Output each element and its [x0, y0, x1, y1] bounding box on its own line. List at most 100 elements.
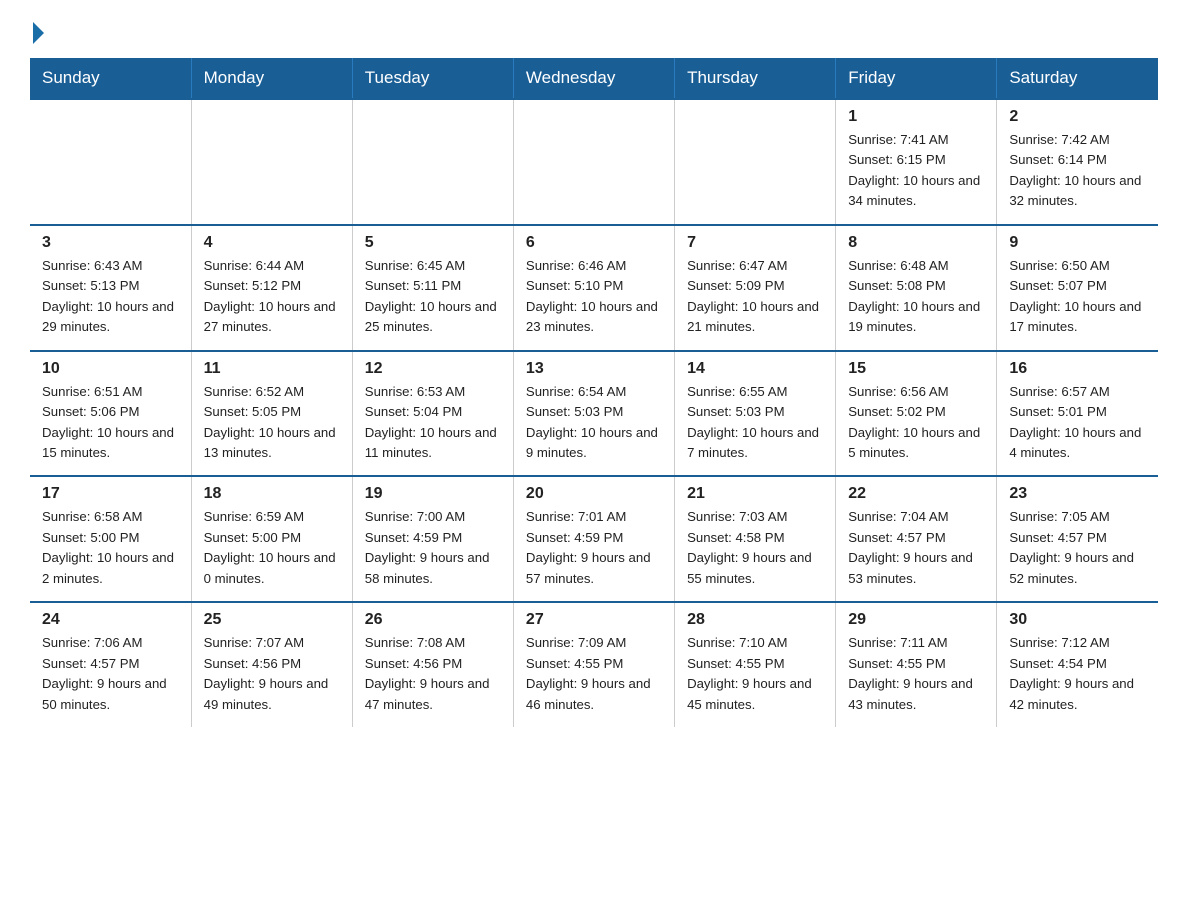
calendar-cell: 8Sunrise: 6:48 AM Sunset: 5:08 PM Daylig… [836, 225, 997, 351]
day-number: 3 [42, 234, 181, 252]
day-number: 9 [1009, 234, 1148, 252]
day-number: 7 [687, 234, 825, 252]
day-info: Sunrise: 6:54 AM Sunset: 5:03 PM Dayligh… [526, 382, 664, 464]
day-number: 18 [204, 485, 342, 503]
day-number: 4 [204, 234, 342, 252]
day-number: 27 [526, 611, 664, 629]
calendar-cell: 14 Sunrise: 6:55 AM Sunset: 5:03 PM Dayli… [675, 351, 836, 477]
calendar-cell: 15 Sunrise: 6:56 AM Sunset: 5:02 PM Dayli… [836, 351, 997, 477]
calendar-cell: 20Sunrise: 7:01 AM Sunset: 4:59 PM Dayli… [513, 476, 674, 602]
calendar-cell: 26Sunrise: 7:08 AM Sunset: 4:56 PM Dayli… [352, 602, 513, 727]
day-info: Sunrise: 7:01 AM Sunset: 4:59 PM Dayligh… [526, 507, 664, 589]
day-info: Sunrise: 6:47 AM Sunset: 5:09 PM Dayligh… [687, 256, 825, 338]
calendar-cell: 10Sunrise: 6:51 AM Sunset: 5:06 PM Dayli… [30, 351, 191, 477]
day-info: Sunrise: 7:04 AM Sunset: 4:57 PM Dayligh… [848, 507, 986, 589]
calendar-cell: 6 Sunrise: 6:46 AM Sunset: 5:10 PM Daylig… [513, 225, 674, 351]
calendar-cell [352, 99, 513, 225]
day-number: 28 [687, 611, 825, 629]
calendar-cell: 30 Sunrise: 7:12 AM Sunset: 4:54 PM Dayli… [997, 602, 1158, 727]
calendar-cell: 2 Sunrise: 7:42 AM Sunset: 6:14 PM Daylig… [997, 99, 1158, 225]
day-number: 25 [204, 611, 342, 629]
day-number: 24 [42, 611, 181, 629]
day-number: 1 [848, 108, 986, 126]
day-info: Sunrise: 6:46 AM Sunset: 5:10 PM Dayligh… [526, 256, 664, 338]
day-number: 12 [365, 360, 503, 378]
page-header [30, 24, 1158, 44]
day-info: Sunrise: 6:44 AM Sunset: 5:12 PM Dayligh… [204, 256, 342, 338]
day-info: Sunrise: 7:12 AM Sunset: 4:54 PM Dayligh… [1009, 633, 1148, 715]
day-info: Sunrise: 6:55 AM Sunset: 5:03 PM Dayligh… [687, 382, 825, 464]
day-info: Sunrise: 6:53 AM Sunset: 5:04 PM Dayligh… [365, 382, 503, 464]
logo-arrow-icon [33, 22, 44, 44]
day-info: Sunrise: 6:58 AM Sunset: 5:00 PM Dayligh… [42, 507, 181, 589]
day-number: 14 [687, 360, 825, 378]
day-info: Sunrise: 7:06 AM Sunset: 4:57 PM Dayligh… [42, 633, 181, 715]
calendar-cell [675, 99, 836, 225]
calendar-cell: 22 Sunrise: 7:04 AM Sunset: 4:57 PM Dayli… [836, 476, 997, 602]
calendar-cell [191, 99, 352, 225]
weekday-header-sunday: Sunday [30, 58, 191, 99]
calendar-cell: 25 Sunrise: 7:07 AM Sunset: 4:56 PM Dayli… [191, 602, 352, 727]
weekday-header-friday: Friday [836, 58, 997, 99]
day-number: 5 [365, 234, 503, 252]
day-info: Sunrise: 7:09 AM Sunset: 4:55 PM Dayligh… [526, 633, 664, 715]
calendar-cell: 18 Sunrise: 6:59 AM Sunset: 5:00 PM Dayli… [191, 476, 352, 602]
day-number: 19 [365, 485, 503, 503]
day-number: 6 [526, 234, 664, 252]
day-number: 13 [526, 360, 664, 378]
weekday-header-thursday: Thursday [675, 58, 836, 99]
calendar-cell [513, 99, 674, 225]
weekday-header-saturday: Saturday [997, 58, 1158, 99]
day-number: 16 [1009, 360, 1148, 378]
weekday-header-monday: Monday [191, 58, 352, 99]
calendar-cell: 16 Sunrise: 6:57 AM Sunset: 5:01 PM Dayli… [997, 351, 1158, 477]
calendar-header-row: SundayMondayTuesdayWednesdayThursdayFrid… [30, 58, 1158, 99]
calendar-cell: 5 Sunrise: 6:45 AM Sunset: 5:11 PM Daylig… [352, 225, 513, 351]
calendar-cell: 12 Sunrise: 6:53 AM Sunset: 5:04 PM Dayli… [352, 351, 513, 477]
day-info: Sunrise: 6:52 AM Sunset: 5:05 PM Dayligh… [204, 382, 342, 464]
day-info: Sunrise: 6:57 AM Sunset: 5:01 PM Dayligh… [1009, 382, 1148, 464]
day-info: Sunrise: 7:10 AM Sunset: 4:55 PM Dayligh… [687, 633, 825, 715]
calendar-week-row: 17 Sunrise: 6:58 AM Sunset: 5:00 PM Dayli… [30, 476, 1158, 602]
day-info: Sunrise: 7:07 AM Sunset: 4:56 PM Dayligh… [204, 633, 342, 715]
day-number: 8 [848, 234, 986, 252]
calendar-week-row: 24 Sunrise: 7:06 AM Sunset: 4:57 PM Dayli… [30, 602, 1158, 727]
calendar-week-row: 1 Sunrise: 7:41 AM Sunset: 6:15 PM Daylig… [30, 99, 1158, 225]
calendar-cell: 27 Sunrise: 7:09 AM Sunset: 4:55 PM Dayli… [513, 602, 674, 727]
calendar-week-row: 3 Sunrise: 6:43 AM Sunset: 5:13 PM Daylig… [30, 225, 1158, 351]
calendar-cell: 13 Sunrise: 6:54 AM Sunset: 5:03 PM Dayli… [513, 351, 674, 477]
calendar-cell [30, 99, 191, 225]
day-info: Sunrise: 6:51 AM Sunset: 5:06 PM Dayligh… [42, 382, 181, 464]
day-info: Sunrise: 6:56 AM Sunset: 5:02 PM Dayligh… [848, 382, 986, 464]
day-info: Sunrise: 6:45 AM Sunset: 5:11 PM Dayligh… [365, 256, 503, 338]
day-number: 22 [848, 485, 986, 503]
day-number: 11 [204, 360, 342, 378]
day-number: 21 [687, 485, 825, 503]
day-info: Sunrise: 7:42 AM Sunset: 6:14 PM Dayligh… [1009, 130, 1148, 212]
calendar-cell: 17 Sunrise: 6:58 AM Sunset: 5:00 PM Dayli… [30, 476, 191, 602]
day-number: 2 [1009, 108, 1148, 126]
calendar-cell: 28 Sunrise: 7:10 AM Sunset: 4:55 PM Dayli… [675, 602, 836, 727]
day-number: 29 [848, 611, 986, 629]
day-info: Sunrise: 6:43 AM Sunset: 5:13 PM Dayligh… [42, 256, 181, 338]
day-info: Sunrise: 7:05 AM Sunset: 4:57 PM Dayligh… [1009, 507, 1148, 589]
calendar-cell: 1 Sunrise: 7:41 AM Sunset: 6:15 PM Daylig… [836, 99, 997, 225]
day-number: 30 [1009, 611, 1148, 629]
day-info: Sunrise: 7:00 AM Sunset: 4:59 PM Dayligh… [365, 507, 503, 589]
calendar-cell: 11 Sunrise: 6:52 AM Sunset: 5:05 PM Dayli… [191, 351, 352, 477]
day-info: Sunrise: 7:11 AM Sunset: 4:55 PM Dayligh… [848, 633, 986, 715]
day-info: Sunrise: 6:59 AM Sunset: 5:00 PM Dayligh… [204, 507, 342, 589]
calendar-week-row: 10Sunrise: 6:51 AM Sunset: 5:06 PM Dayli… [30, 351, 1158, 477]
calendar-cell: 19 Sunrise: 7:00 AM Sunset: 4:59 PM Dayli… [352, 476, 513, 602]
day-number: 17 [42, 485, 181, 503]
calendar-cell: 7 Sunrise: 6:47 AM Sunset: 5:09 PM Daylig… [675, 225, 836, 351]
weekday-header-wednesday: Wednesday [513, 58, 674, 99]
calendar-cell: 24 Sunrise: 7:06 AM Sunset: 4:57 PM Dayli… [30, 602, 191, 727]
calendar-cell: 29 Sunrise: 7:11 AM Sunset: 4:55 PM Dayli… [836, 602, 997, 727]
calendar-cell: 23 Sunrise: 7:05 AM Sunset: 4:57 PM Dayli… [997, 476, 1158, 602]
logo [30, 24, 44, 44]
day-number: 23 [1009, 485, 1148, 503]
day-info: Sunrise: 7:08 AM Sunset: 4:56 PM Dayligh… [365, 633, 503, 715]
day-info: Sunrise: 7:41 AM Sunset: 6:15 PM Dayligh… [848, 130, 986, 212]
day-number: 15 [848, 360, 986, 378]
